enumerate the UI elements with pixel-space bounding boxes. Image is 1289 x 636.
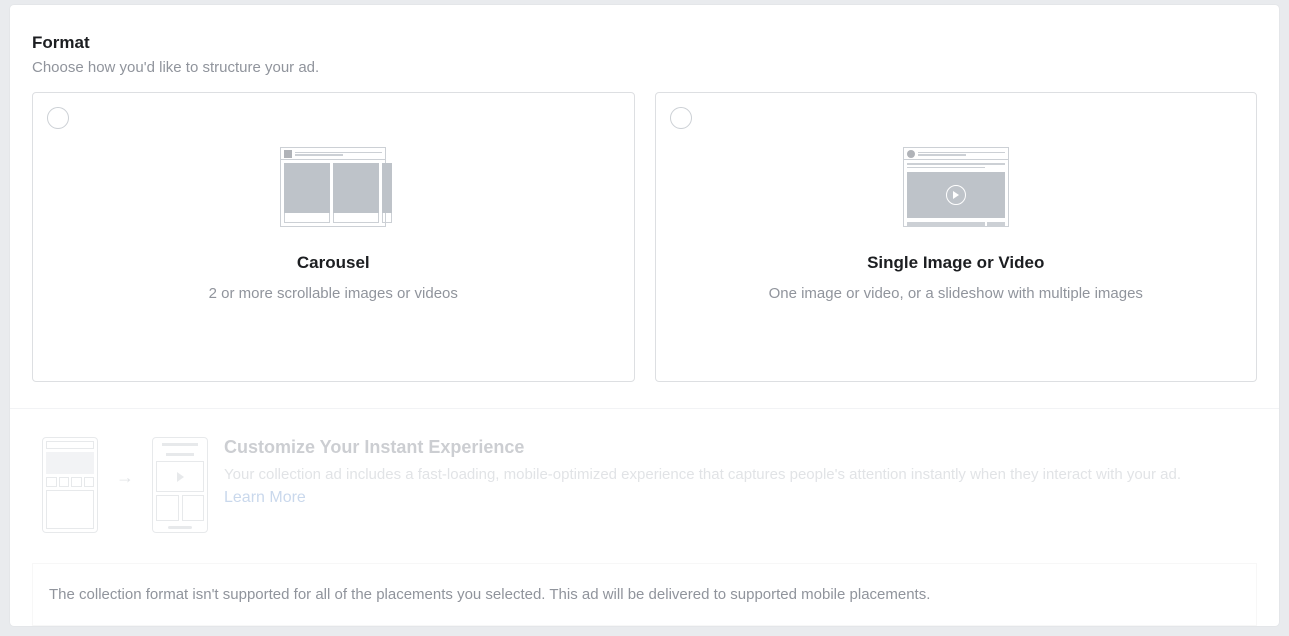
section-title: Format: [32, 33, 1257, 53]
instant-experience-section: → Customize Your Instant Experience Your…: [10, 409, 1279, 551]
phone-preview-icon: [42, 437, 98, 533]
card-description: One image or video, or a slideshow with …: [749, 285, 1163, 302]
card-body: Single Image or Video One image or video…: [656, 93, 1257, 381]
section-subtitle: Choose how you'd like to structure your …: [32, 59, 1257, 76]
single-media-thumbnail-icon: [903, 147, 1009, 227]
instant-description: Your collection ad includes a fast-loadi…: [224, 464, 1221, 509]
instant-text: Customize Your Instant Experience Your c…: [224, 437, 1221, 509]
card-description: 2 or more scrollable images or videos: [189, 285, 478, 302]
format-option-carousel[interactable]: Carousel 2 or more scrollable images or …: [32, 92, 635, 382]
placement-notice: The collection format isn't supported fo…: [32, 563, 1257, 626]
carousel-thumbnail-icon: [280, 147, 386, 227]
radio-icon[interactable]: [670, 107, 692, 129]
learn-more-link[interactable]: Learn More: [224, 489, 306, 506]
radio-icon[interactable]: [47, 107, 69, 129]
panel-header: Format Choose how you'd like to structur…: [10, 5, 1279, 92]
instant-desc-text: Your collection ad includes a fast-loadi…: [224, 466, 1181, 483]
arrow-icon: →: [116, 467, 134, 488]
card-title: Single Image or Video: [867, 253, 1044, 273]
card-body: Carousel 2 or more scrollable images or …: [33, 93, 634, 381]
instant-title: Customize Your Instant Experience: [224, 437, 1221, 458]
format-option-single[interactable]: Single Image or Video One image or video…: [655, 92, 1258, 382]
phone-preview-icon: [152, 437, 208, 533]
card-title: Carousel: [297, 253, 370, 273]
format-panel: Format Choose how you'd like to structur…: [10, 5, 1279, 626]
format-options: Carousel 2 or more scrollable images or …: [10, 92, 1279, 408]
